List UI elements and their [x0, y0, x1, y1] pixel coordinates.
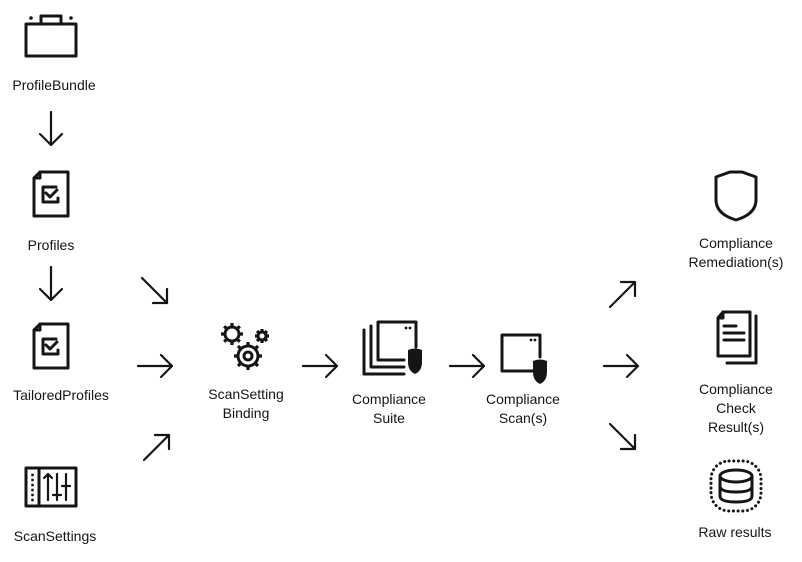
node-label: Result(s): [707, 419, 765, 435]
node-label: ScanSetting: [208, 386, 284, 402]
database-icon: [709, 459, 763, 513]
checklist-document-icon: [32, 322, 70, 370]
arrow-up-right-icon: [608, 280, 637, 309]
window-shield-icon: [500, 333, 547, 384]
node-label: Profiles: [27, 237, 75, 253]
checklist-document-icon: [32, 170, 70, 218]
node-label: Compliance: [699, 381, 773, 397]
briefcase-icon: [24, 14, 78, 58]
sliders-icon: [24, 466, 78, 508]
arrow-down-right-icon: [140, 276, 169, 305]
documents-icon: [716, 310, 758, 365]
arrow-down-right-icon: [608, 422, 637, 451]
node-label: Raw results: [698, 524, 772, 540]
node-label: TailoredProfiles: [13, 387, 109, 403]
arrow-right-icon: [602, 353, 640, 379]
node-label: Remediation(s): [688, 254, 784, 270]
node-label: Scan(s): [498, 410, 548, 426]
shield-icon: [714, 170, 758, 222]
node-label: ProfileBundle: [12, 77, 96, 93]
arrow-right-icon: [301, 353, 339, 379]
arrow-down-icon: [38, 110, 64, 147]
arrow-down-icon: [38, 265, 64, 302]
node-label: ScanSettings: [13, 528, 97, 544]
node-label: Suite: [373, 410, 405, 426]
arrow-right-icon: [136, 353, 174, 379]
node-label: Compliance: [352, 391, 426, 407]
arrow-up-right-icon: [142, 433, 171, 462]
gears-icon: [221, 323, 269, 370]
stacked-windows-shield-icon: [362, 320, 422, 376]
node-label: Check: [716, 400, 756, 416]
arrow-right-icon: [448, 353, 486, 379]
node-label: Compliance: [486, 391, 560, 407]
node-label: Compliance: [699, 235, 773, 251]
node-label: Binding: [222, 405, 270, 421]
